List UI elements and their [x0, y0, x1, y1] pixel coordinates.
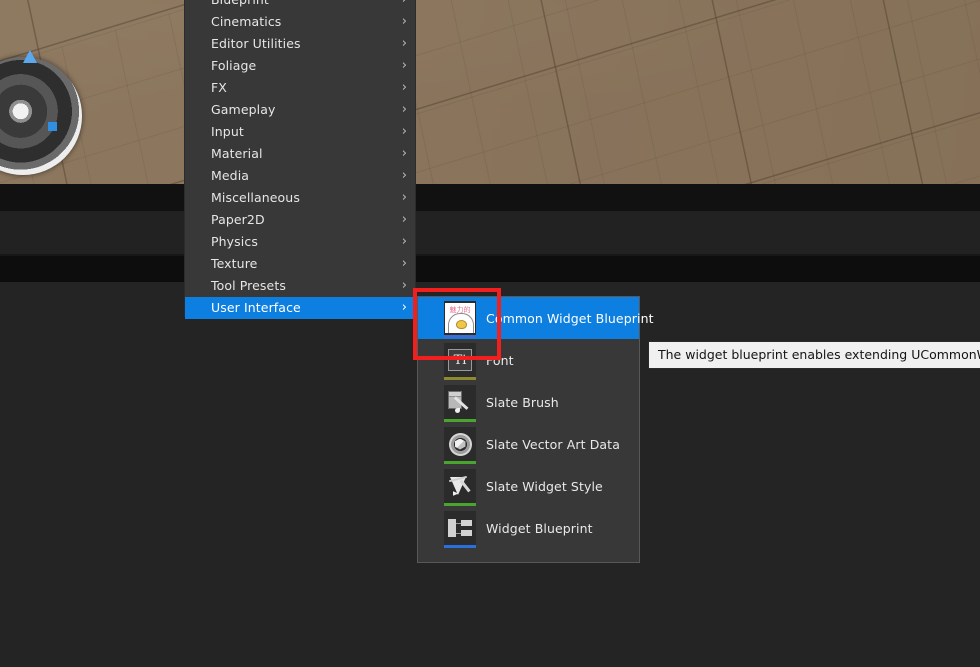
- menu-item-media[interactable]: Media ›: [185, 165, 415, 187]
- chevron-right-icon: ›: [401, 211, 407, 227]
- chevron-right-icon: ›: [401, 57, 407, 73]
- submenu-item-label: Slate Widget Style: [486, 478, 603, 494]
- menu-item-paper2d[interactable]: Paper2D ›: [185, 209, 415, 231]
- slate-vector-art-data-icon: [444, 427, 476, 464]
- common-widget-blueprint-thumbnail-icon: 魅力的: [444, 301, 476, 338]
- menu-item-label: Paper2D: [211, 212, 265, 227]
- menu-item-label: Editor Utilities: [211, 36, 301, 51]
- viewport-actor-pivot-icon: [48, 122, 57, 131]
- chevron-right-icon: ›: [401, 233, 407, 249]
- widget-blueprint-icon: [444, 511, 476, 548]
- menu-item-miscellaneous[interactable]: Miscellaneous ›: [185, 187, 415, 209]
- menu-item-label: Cinematics: [211, 14, 282, 29]
- menu-item-label: Input: [211, 124, 244, 139]
- menu-item-label: Miscellaneous: [211, 190, 300, 205]
- menu-item-fx[interactable]: FX ›: [185, 77, 415, 99]
- menu-item-texture[interactable]: Texture ›: [185, 253, 415, 275]
- create-asset-context-menu[interactable]: Blueprint › Cinematics › Editor Utilitie…: [184, 0, 416, 319]
- submenu-item-label: Common Widget Blueprint: [486, 310, 654, 326]
- submenu-item-font[interactable]: Ti Font: [418, 339, 639, 381]
- chevron-right-icon: ›: [401, 299, 407, 315]
- menu-item-label: Media: [211, 168, 250, 183]
- editor-panel-band-upper[interactable]: [0, 211, 980, 254]
- submenu-item-common-widget-blueprint[interactable]: 魅力的 Common Widget Blueprint: [418, 297, 654, 339]
- chevron-right-icon: ›: [401, 189, 407, 205]
- submenu-item-slate-vector-art-data[interactable]: Slate Vector Art Data: [418, 423, 639, 465]
- viewport-floor-tiles: [0, 0, 980, 184]
- font-icon: Ti: [444, 343, 476, 380]
- menu-item-tool-presets[interactable]: Tool Presets ›: [185, 275, 415, 297]
- menu-item-editor-utilities[interactable]: Editor Utilities ›: [185, 33, 415, 55]
- menu-item-material[interactable]: Material ›: [185, 143, 415, 165]
- submenu-item-label: Widget Blueprint: [486, 520, 593, 536]
- menu-item-physics[interactable]: Physics ›: [185, 231, 415, 253]
- editor-panel-band-lower[interactable]: [0, 256, 980, 282]
- menu-item-label: User Interface: [211, 300, 301, 315]
- chevron-right-icon: ›: [401, 35, 407, 51]
- user-interface-submenu[interactable]: 魅力的 Common Widget Blueprint Ti Font Slat…: [417, 296, 654, 563]
- menu-item-label: Texture: [211, 256, 258, 271]
- chevron-right-icon: ›: [402, 0, 407, 6]
- menu-item-cinematics[interactable]: Cinematics ›: [185, 11, 415, 33]
- menu-item-label: Foliage: [211, 58, 257, 73]
- level-viewport[interactable]: [0, 0, 980, 184]
- menu-item-foliage[interactable]: Foliage ›: [185, 55, 415, 77]
- chevron-right-icon: ›: [401, 123, 407, 139]
- menu-item-label: Physics: [211, 234, 258, 249]
- menu-item-label: Gameplay: [211, 102, 276, 117]
- chevron-right-icon: ›: [401, 277, 407, 293]
- submenu-item-widget-blueprint[interactable]: Widget Blueprint: [418, 507, 639, 549]
- menu-item-gameplay[interactable]: Gameplay ›: [185, 99, 415, 121]
- submenu-item-label: Font: [486, 352, 514, 368]
- common-widget-blueprint-tooltip: The widget blueprint enables extending U…: [648, 341, 980, 369]
- slate-widget-style-icon: [444, 469, 476, 506]
- menu-item-label: Blueprint: [211, 0, 394, 11]
- chevron-right-icon: ›: [401, 255, 407, 271]
- submenu-item-label: Slate Vector Art Data: [486, 436, 620, 452]
- chevron-right-icon: ›: [401, 167, 407, 183]
- menu-item-blueprint[interactable]: Blueprint ›: [185, 0, 415, 11]
- submenu-item-slate-widget-style[interactable]: Slate Widget Style: [418, 465, 639, 507]
- menu-item-label: FX: [211, 80, 227, 95]
- submenu-item-label: Slate Brush: [486, 394, 559, 410]
- menu-item-user-interface[interactable]: User Interface ›: [185, 297, 415, 319]
- chevron-right-icon: ›: [401, 101, 407, 117]
- slate-brush-icon: [444, 385, 476, 422]
- menu-item-label: Material: [211, 146, 263, 161]
- viewport-actor-marker-icon: [23, 50, 37, 63]
- menu-item-label: Tool Presets: [211, 278, 286, 293]
- menu-item-input[interactable]: Input ›: [185, 121, 415, 143]
- editor-toolbar-band[interactable]: [0, 184, 980, 211]
- chevron-right-icon: ›: [401, 13, 407, 29]
- submenu-item-slate-brush[interactable]: Slate Brush: [418, 381, 639, 423]
- chevron-right-icon: ›: [401, 79, 407, 95]
- chevron-right-icon: ›: [401, 145, 407, 161]
